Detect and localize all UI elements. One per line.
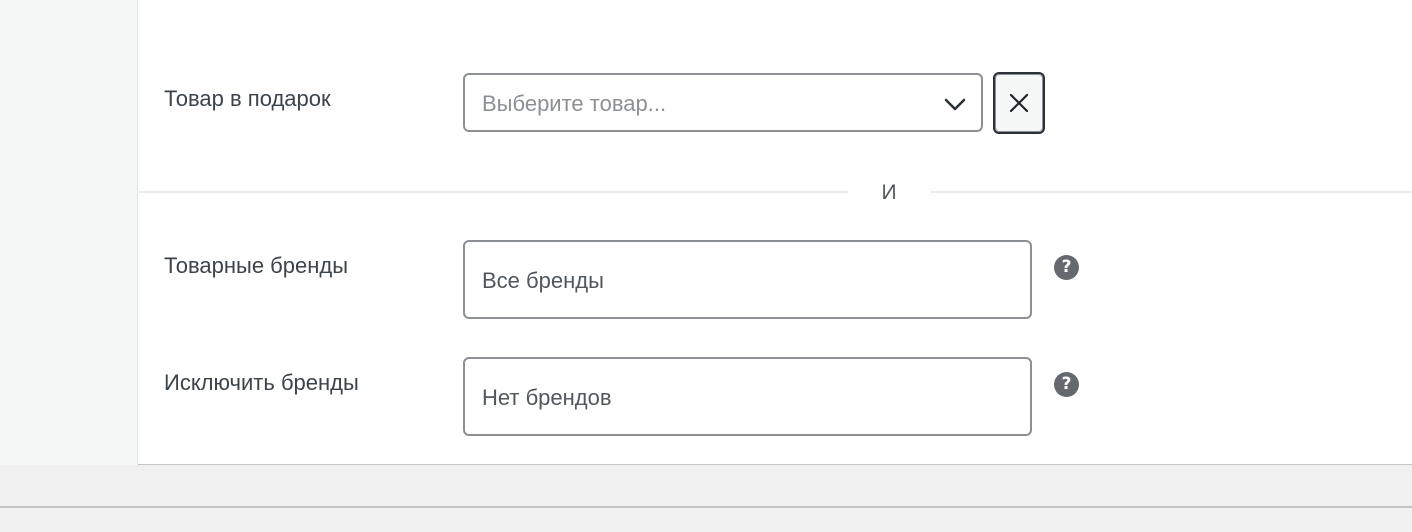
divider-and-label: И [848, 179, 930, 207]
product-brands-placeholder: Все бренды [482, 268, 604, 293]
close-icon [1009, 93, 1029, 113]
exclude-brands-placeholder: Нет брендов [482, 385, 612, 410]
product-brands-input[interactable]: Все бренды [463, 240, 1032, 319]
exclude-brands-label: Исключить бренды [164, 370, 359, 395]
clear-gift-product-button[interactable] [993, 72, 1045, 134]
product-brands-help-icon[interactable]: ? [1054, 255, 1079, 280]
gift-product-placeholder: Выберите товар... [482, 91, 667, 116]
footer-divider [0, 506, 1412, 508]
chevron-down-icon [944, 98, 966, 111]
gift-product-select[interactable]: Выберите товар... [463, 73, 983, 132]
exclude-brands-help-icon[interactable]: ? [1054, 372, 1079, 397]
left-sidebar-strip [0, 0, 138, 465]
page-footer-area [0, 465, 1412, 532]
exclude-brands-input[interactable]: Нет брендов [463, 357, 1032, 436]
gift-product-label: Товар в подарок [164, 86, 331, 111]
section-divider [138, 191, 1412, 193]
product-brands-label: Товарные бренды [164, 253, 349, 278]
